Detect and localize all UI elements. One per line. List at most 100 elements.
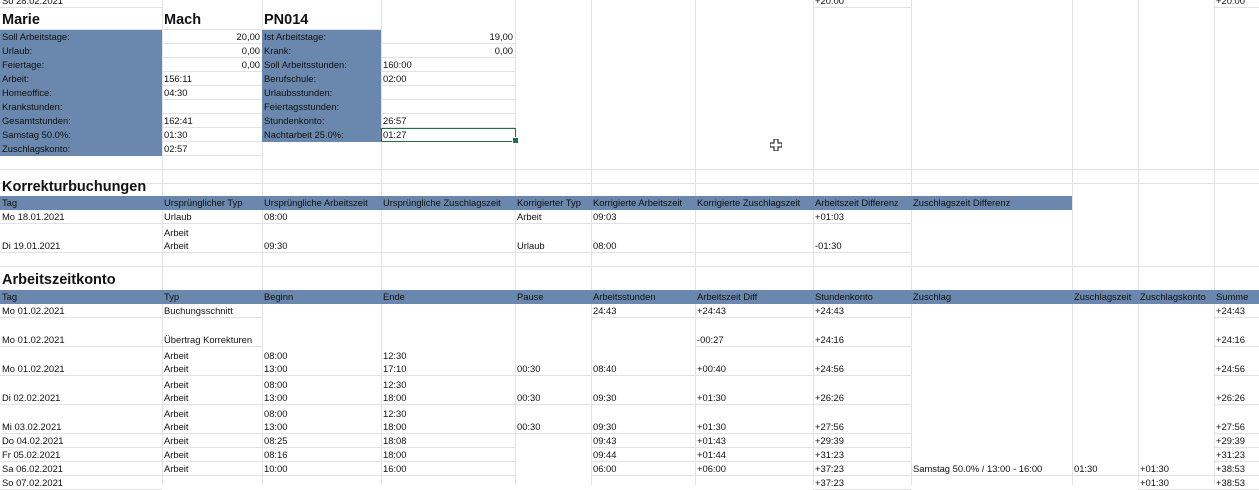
column-header[interactable]: Typ bbox=[162, 290, 262, 304]
table-row[interactable]: Mo 01.02.2021 Übertrag Korrekturen -00:2… bbox=[0, 318, 1259, 347]
summary-label[interactable]: Gesamtstunden: bbox=[0, 114, 162, 128]
table-row[interactable]: Di 19.01.2021 Arbeit Arbeit 09:30 Urlaub… bbox=[0, 224, 1259, 253]
table-row[interactable]: Mo 01.02.2021 Buchungsschnitt 24:43 +24:… bbox=[0, 304, 1259, 318]
summary-label[interactable]: Homeoffice: bbox=[0, 86, 162, 100]
cell-pause[interactable]: 00:30 bbox=[515, 347, 591, 376]
cell-ende[interactable]: 18:08 bbox=[381, 434, 515, 448]
cell-stundenkonto[interactable]: +24:43 bbox=[813, 304, 911, 318]
cell-korr-typ[interactable]: Arbeit bbox=[515, 210, 591, 224]
summary-label[interactable]: Nachtarbeit 25.0%: bbox=[262, 128, 381, 142]
table-row[interactable]: Mo 18.01.2021 Urlaub 08:00 Arbeit 09:03 … bbox=[0, 210, 1259, 224]
summary-label[interactable]: Urlaub: bbox=[0, 44, 162, 58]
cell-value[interactable]: +20:00 bbox=[1214, 0, 1259, 8]
cell-typ[interactable]: Arbeit bbox=[162, 434, 262, 448]
cell-stundenkonto[interactable]: +29:39 bbox=[813, 434, 911, 448]
cell-empty[interactable] bbox=[695, 224, 813, 253]
summary-value[interactable]: 02:57 bbox=[162, 142, 262, 156]
cell-korr-arbeitszeit[interactable]: 09:03 bbox=[591, 210, 695, 224]
cell-stundenkonto[interactable]: +37:23 bbox=[813, 476, 911, 490]
cell-stundenkonto[interactable]: +24:56 bbox=[813, 347, 911, 376]
summary-value[interactable]: 0,00 bbox=[162, 58, 262, 72]
cell-stundenkonto[interactable]: +27:56 bbox=[813, 405, 911, 434]
column-header[interactable]: Beginn bbox=[262, 290, 381, 304]
column-header[interactable]: Arbeitsstunden bbox=[591, 290, 695, 304]
summary-value[interactable]: 20,00 bbox=[162, 30, 262, 44]
table-row[interactable]: Fr 05.02.2021 Arbeit 08:16 18:00 09:44 +… bbox=[0, 448, 1259, 462]
cell-tag[interactable]: Mo 01.02.2021 bbox=[0, 347, 162, 376]
employee-last-name[interactable]: Mach bbox=[162, 9, 262, 30]
column-header[interactable]: Korrigierte Arbeitszeit bbox=[591, 196, 695, 210]
cell-typ[interactable]: Arbeit bbox=[162, 448, 262, 462]
summary-value[interactable] bbox=[381, 86, 515, 100]
cell-pause[interactable]: 00:30 bbox=[515, 376, 591, 405]
empty-row[interactable] bbox=[0, 253, 1259, 267]
column-header[interactable]: Ursprünglicher Typ bbox=[162, 196, 262, 210]
summary-value[interactable]: 156:11 bbox=[162, 72, 262, 86]
spreadsheet-grid[interactable]: So 28.02.2021 +20:00 +20:00 Marie Mach P… bbox=[0, 0, 1259, 490]
cell-beginn[interactable]: 08:25 bbox=[262, 434, 381, 448]
cell-summe[interactable]: +29:39 bbox=[1214, 434, 1259, 448]
summary-label[interactable]: Berufschule: bbox=[262, 72, 381, 86]
cell-typ[interactable]: Arbeit Arbeit bbox=[162, 405, 262, 434]
summary-value[interactable]: 160:00 bbox=[381, 58, 515, 72]
cell-tag[interactable]: Sa 06.02.2021 bbox=[0, 462, 162, 476]
employee-id[interactable]: PN014 bbox=[262, 9, 381, 30]
summary-value[interactable]: 02:00 bbox=[381, 72, 515, 86]
summary-value[interactable]: 01:30 bbox=[162, 128, 262, 142]
table-row[interactable]: Di 02.02.2021 Arbeit Arbeit 08:00 13:00 … bbox=[0, 376, 1259, 405]
column-header[interactable]: Zuschlagszeit bbox=[1072, 290, 1138, 304]
cell-arbeitsstunden[interactable]: 09:43 bbox=[591, 434, 695, 448]
cell-day[interactable]: So 28.02.2021 bbox=[0, 0, 162, 8]
cell-tag[interactable]: Do 04.02.2021 bbox=[0, 434, 162, 448]
empty-row[interactable] bbox=[0, 156, 1259, 170]
cell-stundenkonto[interactable]: +31:23 bbox=[813, 448, 911, 462]
cell-diff[interactable]: +06:00 bbox=[695, 462, 813, 476]
cell-zuschlagszeit[interactable]: 01:30 bbox=[1072, 462, 1138, 476]
cell-arbeitszeit[interactable]: 09:30 bbox=[262, 224, 381, 253]
table-row[interactable]: So 07.02.2021 +37:23 +01:30 +38:53 bbox=[0, 476, 1259, 490]
summary-label[interactable]: Zuschlagskonto: bbox=[0, 142, 162, 156]
cell-ende[interactable]: 12:30 18:00 bbox=[381, 376, 515, 405]
cell-tag[interactable]: So 07.02.2021 bbox=[0, 476, 162, 490]
cell-diff[interactable]: +01:30 bbox=[695, 405, 813, 434]
summary-label[interactable]: Krankstunden: bbox=[0, 100, 162, 114]
table-row[interactable]: Sa 06.02.2021 Arbeit 10:00 16:00 06:00 +… bbox=[0, 462, 1259, 476]
cell-summe[interactable]: +26:26 bbox=[1214, 376, 1259, 405]
cell-beginn[interactable]: 08:00 13:00 bbox=[262, 347, 381, 376]
column-header[interactable]: Zuschlag bbox=[911, 290, 1072, 304]
cell-summe[interactable]: +24:16 bbox=[1214, 318, 1259, 347]
cell-zuschlagskonto[interactable]: +01:30 bbox=[1138, 462, 1214, 476]
cell-stundenkonto[interactable]: +37:23 bbox=[813, 462, 911, 476]
cell-diff[interactable]: +00:40 bbox=[695, 347, 813, 376]
cell-typ[interactable]: Arbeit Arbeit bbox=[162, 376, 262, 405]
cell-arbeitsstunden[interactable]: 08:40 bbox=[591, 347, 695, 376]
cell-empty[interactable] bbox=[381, 210, 515, 224]
cell-empty[interactable] bbox=[381, 224, 515, 253]
cell-beginn[interactable]: 08:00 13:00 bbox=[262, 376, 381, 405]
summary-value[interactable]: 162:41 bbox=[162, 114, 262, 128]
summary-label[interactable]: Ist Arbeitstage: bbox=[262, 30, 381, 44]
cell-arbeitsstunden[interactable]: 09:30 bbox=[591, 376, 695, 405]
cell-beginn[interactable]: 08:16 bbox=[262, 448, 381, 462]
cell-pause[interactable]: 00:30 bbox=[515, 405, 591, 434]
employee-first-name[interactable]: Marie bbox=[0, 9, 162, 30]
cell-summe[interactable]: +24:43 bbox=[1214, 304, 1259, 318]
section-title-korrektur[interactable]: Korrekturbuchungen bbox=[0, 175, 262, 196]
cell-beginn[interactable]: 08:00 13:00 bbox=[262, 405, 381, 434]
section-title-konto[interactable]: Arbeitszeitkonto bbox=[0, 268, 262, 289]
cell-stundenkonto[interactable]: +24:16 bbox=[813, 318, 911, 347]
cell-diff[interactable]: +24:43 bbox=[695, 304, 813, 318]
column-header[interactable]: Ursprüngliche Zuschlagszeit bbox=[381, 196, 515, 210]
cell-summe[interactable]: +38:53 bbox=[1214, 476, 1259, 490]
cell-tag[interactable]: Fr 05.02.2021 bbox=[0, 448, 162, 462]
summary-value[interactable]: 19,00 bbox=[381, 30, 515, 44]
cell-tag[interactable]: Di 02.02.2021 bbox=[0, 376, 162, 405]
column-header[interactable]: Tag bbox=[0, 290, 162, 304]
cell-arbeitszeit[interactable]: 08:00 bbox=[262, 210, 381, 224]
column-header[interactable]: Pause bbox=[515, 290, 591, 304]
cell-typ[interactable]: Übertrag Korrekturen bbox=[162, 318, 262, 347]
cell-tag[interactable]: Mo 18.01.2021 bbox=[0, 210, 162, 224]
cell-arbeitsstunden[interactable]: 09:44 bbox=[591, 448, 695, 462]
empty-cell[interactable] bbox=[0, 156, 1259, 170]
cell-tag[interactable]: Di 19.01.2021 bbox=[0, 224, 162, 253]
